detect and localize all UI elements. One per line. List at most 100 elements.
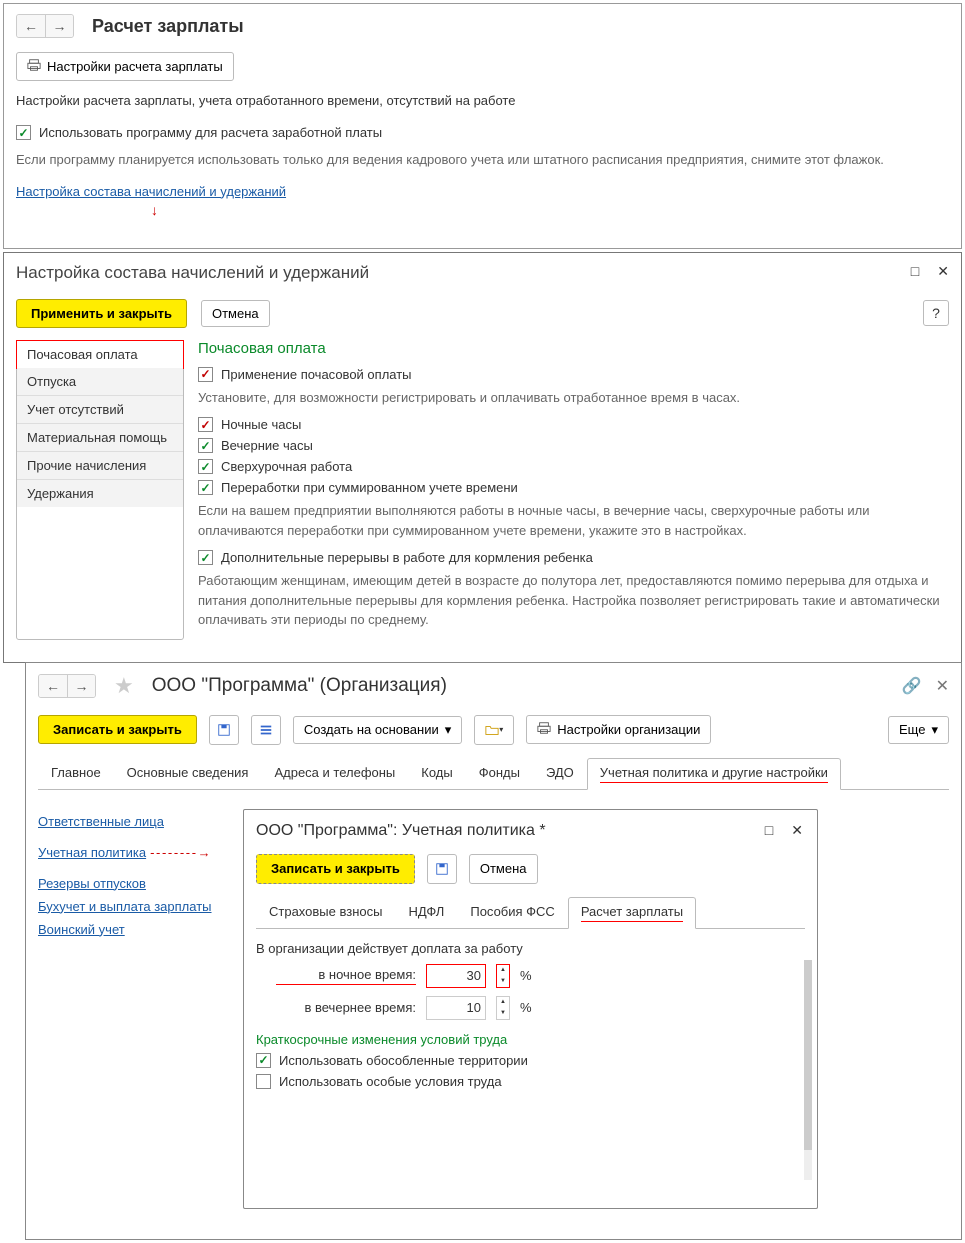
chevron-down-icon: ▾ <box>931 722 938 738</box>
folder-button[interactable]: ▾ <box>474 715 514 745</box>
back-button[interactable]: ← <box>17 15 45 37</box>
config-accruals-link[interactable]: Настройка состава начислений и удержаний <box>16 184 286 199</box>
org-settings-button[interactable]: Настройки организации <box>526 715 711 744</box>
sidebar-item-vacation[interactable]: Отпуска <box>17 368 183 396</box>
checkbox-icon <box>198 417 213 432</box>
tab-main[interactable]: Главное <box>38 758 114 790</box>
cancel-button[interactable]: Отмена <box>201 300 270 327</box>
breaks-checkbox[interactable]: Дополнительные перерывы в работе для кор… <box>198 550 949 565</box>
arrow-right-icon: - - - - - - - - → <box>150 845 210 860</box>
checkbox-icon <box>16 125 31 140</box>
breaks-hint: Работающим женщинам, имеющим детей в воз… <box>198 571 949 630</box>
salary-settings-button[interactable]: Настройки расчета зарплаты <box>16 52 234 81</box>
folder-icon <box>485 723 499 737</box>
help-button[interactable]: ? <box>923 300 949 326</box>
tab-codes[interactable]: Коды <box>408 758 465 790</box>
create-based-button[interactable]: Создать на основании ▾ <box>293 716 462 744</box>
maximize-icon[interactable]: □ <box>765 822 773 839</box>
down-icon: ▼ <box>500 1010 506 1016</box>
list-icon <box>259 723 273 737</box>
tab-funds[interactable]: Фонды <box>466 758 533 790</box>
save-close-button[interactable]: Записать и закрыть <box>256 854 415 884</box>
tab-benefits[interactable]: Пособия ФСС <box>457 897 567 929</box>
apply-close-button[interactable]: Применить и закрыть <box>16 299 187 328</box>
link-icon[interactable]: 🔗 <box>902 676 922 696</box>
tab-edo[interactable]: ЭДО <box>533 758 587 790</box>
sidebar-item-aid[interactable]: Материальная помощь <box>17 424 183 452</box>
checkbox-icon <box>198 367 213 382</box>
tab-addresses[interactable]: Адреса и телефоны <box>261 758 408 790</box>
use-program-checkbox[interactable]: Использовать программу для расчета зараб… <box>16 125 382 140</box>
close-icon[interactable]: ✕ <box>936 676 949 696</box>
evening-input[interactable]: 10 <box>426 996 486 1020</box>
sidebar-item-deductions[interactable]: Удержания <box>17 480 183 507</box>
chevron-down-icon: ▾ <box>499 725 503 734</box>
forward-button[interactable]: → <box>67 675 95 697</box>
printer-icon <box>27 58 41 75</box>
form-header: В организации действует доплата за работ… <box>256 941 805 956</box>
accounting-policy-modal: □ ✕ ООО "Программа": Учетная политика * … <box>243 809 818 1209</box>
conditions-checkbox[interactable]: Использовать особые условия труда <box>256 1074 805 1089</box>
star-icon[interactable]: ★ <box>114 673 134 699</box>
tab-details[interactable]: Основные сведения <box>114 758 262 790</box>
close-icon[interactable]: ✕ <box>937 263 949 280</box>
nav-arrows: ← → <box>16 14 74 38</box>
night-input[interactable]: 30 <box>426 964 486 988</box>
section-title: Почасовая оплата <box>198 340 949 357</box>
tab-insurance[interactable]: Страховые взносы <box>256 897 395 929</box>
hourly-pay-checkbox[interactable]: Применение почасовой оплаты <box>198 367 949 382</box>
floppy-icon <box>217 723 231 737</box>
overtime-hint: Если на вашем предприятии выполняются ра… <box>198 501 949 540</box>
panel-title: Настройка состава начислений и удержаний <box>16 263 949 283</box>
night-hours-checkbox[interactable]: Ночные часы <box>198 417 949 432</box>
percent-label: % <box>520 968 532 983</box>
modal-title: ООО "Программа": Учетная политика * <box>256 822 805 840</box>
tab-salary[interactable]: Расчет зарплаты <box>568 897 696 929</box>
link-accounting-policy[interactable]: Учетная политика <box>38 845 146 860</box>
more-button[interactable]: Еще ▾ <box>888 716 949 744</box>
territories-checkbox[interactable]: Использовать обособленные территории <box>256 1053 805 1068</box>
cancel-button[interactable]: Отмена <box>469 854 538 884</box>
back-button[interactable]: ← <box>39 675 67 697</box>
categories-list: Почасовая оплата Отпуска Учет отсутствий… <box>16 340 184 640</box>
maximize-icon[interactable]: □ <box>911 263 919 280</box>
content-area: Почасовая оплата Применение почасовой оп… <box>198 340 949 640</box>
sidebar-item-hourly[interactable]: Почасовая оплата <box>16 340 184 369</box>
tab-ndfl[interactable]: НДФЛ <box>395 897 457 929</box>
window-controls: □ ✕ <box>911 263 949 280</box>
inner-tabs: Страховые взносы НДФЛ Пособия ФСС Расчет… <box>256 896 805 929</box>
night-label: в ночное время: <box>276 967 416 985</box>
evening-spinner[interactable]: ▲▼ <box>496 996 510 1020</box>
up-icon: ▲ <box>500 999 506 1005</box>
nav-arrows: ← → <box>38 674 96 698</box>
spreadsheet-button[interactable] <box>251 715 281 745</box>
checkbox-icon <box>256 1074 271 1089</box>
save-button[interactable] <box>427 854 457 884</box>
chevron-down-icon: ▾ <box>445 722 452 738</box>
scrollbar-thumb[interactable] <box>804 960 812 1150</box>
checkbox-icon <box>256 1053 271 1068</box>
salary-settings-panel: ← → Расчет зарплаты Настройки расчета за… <box>3 3 962 249</box>
save-close-button[interactable]: Записать и закрыть <box>38 715 197 744</box>
tabs: Главное Основные сведения Адреса и телеф… <box>38 757 949 790</box>
tab-accounting-policy[interactable]: Учетная политика и другие настройки <box>587 758 841 790</box>
save-button[interactable] <box>209 715 239 745</box>
org-title: ООО "Программа" (Организация) <box>152 675 447 697</box>
night-spinner[interactable]: ▲▼ <box>496 964 510 988</box>
arrow-down-icon: ↓ <box>151 202 949 218</box>
checkbox-icon <box>198 459 213 474</box>
evening-hours-checkbox[interactable]: Вечерние часы <box>198 438 949 453</box>
sidebar-item-absence[interactable]: Учет отсутствий <box>17 396 183 424</box>
printer-icon <box>537 721 551 738</box>
overtime-checkbox[interactable]: Сверхурочная работа <box>198 459 949 474</box>
percent-label: % <box>520 1000 532 1015</box>
accruals-config-panel: □ ✕ Настройка состава начислений и удерж… <box>3 252 962 663</box>
summed-overtime-checkbox[interactable]: Переработки при суммированном учете врем… <box>198 480 949 495</box>
scrollbar[interactable] <box>804 960 812 1180</box>
settings-description: Настройки расчета зарплаты, учета отрабо… <box>16 91 949 111</box>
page-title: Расчет зарплаты <box>92 16 244 37</box>
down-icon: ▼ <box>500 978 506 984</box>
sidebar-item-other[interactable]: Прочие начисления <box>17 452 183 480</box>
close-icon[interactable]: ✕ <box>791 822 803 839</box>
forward-button[interactable]: → <box>45 15 73 37</box>
